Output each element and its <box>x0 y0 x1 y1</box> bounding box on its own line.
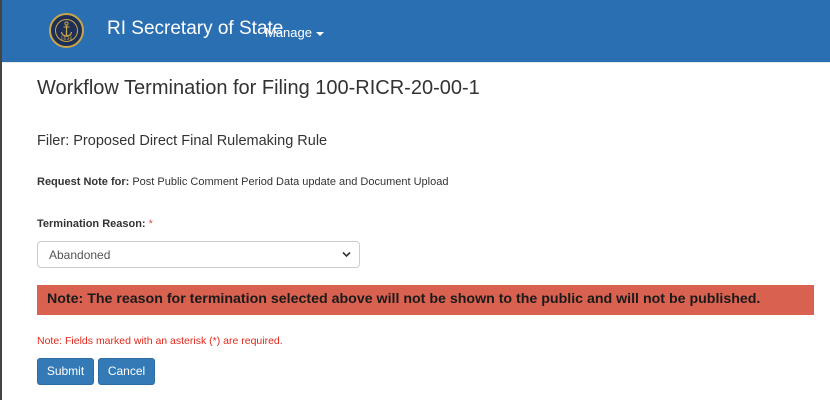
state-seal-anchor-icon[interactable]: 1636 <box>49 13 84 48</box>
filer-info: Filer: Proposed Direct Final Rulemaking … <box>37 133 328 149</box>
termination-privacy-warning: Note: The reason for termination selecte… <box>37 285 814 315</box>
required-fields-note: Note: Fields marked with an asterisk (*)… <box>37 335 283 347</box>
app-frame: 1636 RI Secretary of State Manage Workfl… <box>0 0 830 400</box>
seal-year: 1636 <box>60 37 73 42</box>
manage-menu-button[interactable]: Manage <box>265 25 324 40</box>
app-brand-title[interactable]: RI Secretary of State <box>107 18 283 40</box>
caret-down-icon <box>315 31 324 36</box>
termination-reason-label-text: Termination Reason: <box>37 218 146 230</box>
submit-button[interactable]: Submit <box>37 358 94 385</box>
request-note: Request Note for: Post Public Comment Pe… <box>37 176 448 188</box>
warning-text: Note: The reason for termination selecte… <box>47 291 761 307</box>
required-asterisk: * <box>148 218 153 230</box>
termination-reason-value: Abandoned <box>49 248 111 262</box>
request-note-value: Post Public Comment Period Data update a… <box>132 176 449 188</box>
termination-reason-label: Termination Reason: * <box>37 218 153 230</box>
top-navbar: 1636 RI Secretary of State Manage <box>2 0 830 63</box>
page-title: Workflow Termination for Filing 100-RICR… <box>37 77 480 99</box>
request-note-label: Request Note for: <box>37 176 130 188</box>
cancel-button[interactable]: Cancel <box>98 358 155 385</box>
termination-reason-select[interactable]: Abandoned <box>37 241 360 268</box>
chevron-down-icon <box>342 251 351 258</box>
manage-menu-label: Manage <box>265 25 312 40</box>
